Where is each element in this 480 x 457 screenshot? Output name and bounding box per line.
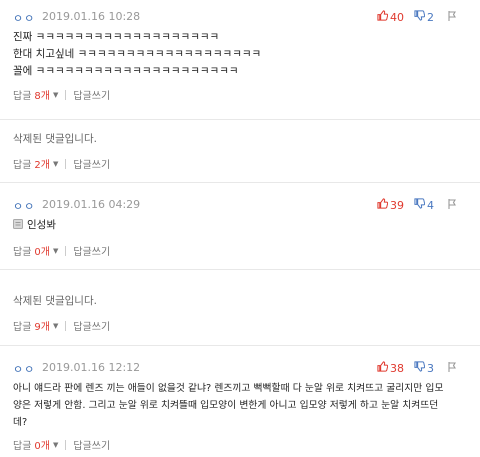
reply-label: 답글 xyxy=(13,247,32,258)
reply-count: 9개 xyxy=(34,322,50,333)
downvote-button[interactable]: 4 xyxy=(414,198,434,212)
comment-actions: 답글 9개 ▼ 답글쓰기 xyxy=(13,318,110,333)
thumbs-up-icon xyxy=(377,361,389,375)
upvote-count: 39 xyxy=(390,198,404,212)
chevron-down-icon: ▼ xyxy=(52,90,59,99)
divider xyxy=(65,245,67,256)
upvote-button[interactable]: 40 xyxy=(377,10,404,24)
deleted-message: 삭제된 댓글입니다. xyxy=(13,295,97,307)
chevron-down-icon: ▼ xyxy=(52,321,59,330)
comment-author[interactable]: ㅇㅇ xyxy=(13,10,35,26)
reply-count: 8개 xyxy=(34,91,50,102)
write-reply-button[interactable]: 답글쓰기 xyxy=(73,318,110,333)
comment-meta: ㅇㅇ 2019.01.16 04:29 39 4 xyxy=(13,198,480,214)
divider xyxy=(65,320,67,331)
chevron-down-icon: ▼ xyxy=(52,440,59,449)
reply-count: 2개 xyxy=(34,160,50,171)
reply-label: 답글 xyxy=(13,91,32,102)
report-flag-icon[interactable] xyxy=(448,10,456,24)
comment-actions: 답글 0개 ▼ 답글쓰기 xyxy=(13,243,110,258)
comment-meta: ㅇㅇ 2019.01.16 12:12 38 3 xyxy=(13,361,480,377)
comment-3: ㅇㅇ 2019.01.16 04:29 39 4 인성봐 답글 0개 ▼ 답글쓰… xyxy=(0,183,480,270)
reply-label: 답글 xyxy=(13,322,32,333)
divider xyxy=(65,439,67,450)
thumbs-down-icon xyxy=(414,361,426,375)
downvote-count: 4 xyxy=(427,198,434,212)
thumbs-down-icon xyxy=(414,10,426,24)
comment-1: ㅇㅇ 2019.01.16 10:28 40 2 진짜 ㅋㅋㅋㅋㅋㅋㅋㅋㅋㅋㅋㅋ… xyxy=(0,0,480,120)
write-reply-button[interactable]: 답글쓰기 xyxy=(73,87,110,102)
reply-toggle[interactable]: 답글 2개 ▼ xyxy=(13,156,59,172)
comment-line: 진짜 ㅋㅋㅋㅋㅋㅋㅋㅋㅋㅋㅋㅋㅋㅋㅋㅋㅋㅋㅋ xyxy=(13,31,220,43)
emoticon-icon xyxy=(13,218,23,229)
upvote-count: 38 xyxy=(390,361,404,375)
divider xyxy=(65,158,67,169)
downvote-button[interactable]: 2 xyxy=(414,10,434,24)
upvote-button[interactable]: 39 xyxy=(377,198,404,212)
reply-count: 0개 xyxy=(34,441,50,452)
comment-2-deleted: 삭제된 댓글입니다. 답글 2개 ▼ 답글쓰기 xyxy=(0,120,480,183)
comment-actions: 답글 8개 ▼ 답글쓰기 xyxy=(13,87,110,102)
comment-body: 아니 얘드라 판에 렌즈 끼는 애들이 없을것 같냐? 렌즈끼고 뻑뻑할때 다 … xyxy=(13,380,464,431)
vote-group: 38 3 xyxy=(377,361,456,375)
comment-line: 아니 얘드라 판에 렌즈 끼는 애들이 없을것 같냐? 렌즈끼고 뻑뻑할때 다 … xyxy=(13,383,444,394)
report-flag-icon[interactable] xyxy=(448,198,456,212)
report-flag-icon[interactable] xyxy=(448,361,456,375)
thumbs-up-icon xyxy=(377,10,389,24)
comment-actions: 답글 2개 ▼ 답글쓰기 xyxy=(13,156,110,171)
downvote-count: 3 xyxy=(427,361,434,375)
comment-author[interactable]: ㅇㅇ xyxy=(13,361,35,377)
thumbs-up-icon xyxy=(377,198,389,212)
comment-date: 2019.01.16 04:29 xyxy=(42,198,141,211)
comment-line: 인성봐 xyxy=(27,219,56,231)
comment-meta: ㅇㅇ 2019.01.16 10:28 40 2 xyxy=(13,10,480,26)
comment-line-wrap: 인성봐 xyxy=(13,217,464,234)
reply-label: 답글 xyxy=(13,160,32,171)
comment-author[interactable]: ㅇㅇ xyxy=(13,198,35,214)
chevron-down-icon: ▼ xyxy=(52,159,59,168)
comment-4-deleted: 삭제된 댓글입니다. 답글 9개 ▼ 답글쓰기 xyxy=(0,270,480,346)
downvote-button[interactable]: 3 xyxy=(414,361,434,375)
comment-body: 인성봐 xyxy=(13,217,464,234)
reply-toggle[interactable]: 답글 0개 ▼ xyxy=(13,437,59,453)
comment-line: 데? xyxy=(13,417,28,428)
comment-line: 꼴에 ㅋㅋㅋㅋㅋㅋㅋㅋㅋㅋㅋㅋㅋㅋㅋㅋㅋㅋㅋㅋㅋ xyxy=(13,65,239,77)
reply-count: 0개 xyxy=(34,247,50,258)
comment-actions: 답글 0개 ▼ 답글쓰기 xyxy=(13,437,110,452)
comment-date: 2019.01.16 12:12 xyxy=(42,361,141,374)
comment-line: 양은 저렇게 안함. 그리고 눈알 위로 치켜뜰때 입모양이 변한게 아니고 입… xyxy=(13,400,439,411)
thumbs-down-icon xyxy=(414,198,426,212)
upvote-button[interactable]: 38 xyxy=(377,361,404,375)
reply-toggle[interactable]: 답글 0개 ▼ xyxy=(13,243,59,259)
vote-group: 39 4 xyxy=(377,198,456,212)
comment-body: 진짜 ㅋㅋㅋㅋㅋㅋㅋㅋㅋㅋㅋㅋㅋㅋㅋㅋㅋㅋㅋ 한대 치고싶네 ㅋㅋㅋㅋㅋㅋㅋㅋㅋ… xyxy=(13,29,464,80)
divider xyxy=(65,89,67,100)
comment-date: 2019.01.16 10:28 xyxy=(42,10,141,23)
write-reply-button[interactable]: 답글쓰기 xyxy=(73,437,110,452)
comment-5: ㅇㅇ 2019.01.16 12:12 38 3 아니 얘드라 판에 렌즈 끼는… xyxy=(0,346,480,457)
upvote-count: 40 xyxy=(390,10,404,24)
downvote-count: 2 xyxy=(427,10,434,24)
write-reply-button[interactable]: 답글쓰기 xyxy=(73,156,110,171)
deleted-message: 삭제된 댓글입니다. xyxy=(13,133,97,145)
reply-toggle[interactable]: 답글 8개 ▼ xyxy=(13,87,59,103)
reply-label: 답글 xyxy=(13,441,32,452)
write-reply-button[interactable]: 답글쓰기 xyxy=(73,243,110,258)
vote-group: 40 2 xyxy=(377,10,456,24)
comment-line: 한대 치고싶네 ㅋㅋㅋㅋㅋㅋㅋㅋㅋㅋㅋㅋㅋㅋㅋㅋㅋㅋㅋ xyxy=(13,48,262,60)
chevron-down-icon: ▼ xyxy=(52,246,59,255)
reply-toggle[interactable]: 답글 9개 ▼ xyxy=(13,318,59,334)
